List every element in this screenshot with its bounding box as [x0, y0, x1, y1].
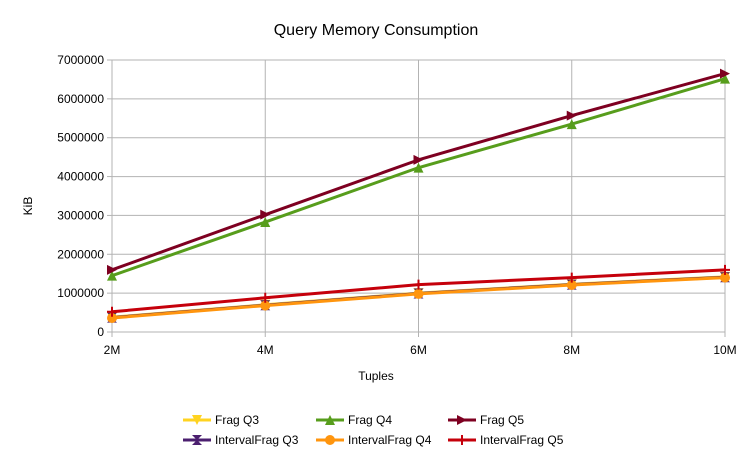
legend-item: IntervalFrag Q3: [183, 433, 299, 447]
y-tick-label: 0: [97, 325, 104, 339]
y-tick-label: 1000000: [57, 286, 104, 300]
legend-label: Frag Q3: [215, 413, 259, 427]
x-tick-label: 8M: [563, 343, 580, 357]
y-tick-label: 6000000: [57, 92, 104, 106]
chart-title: Query Memory Consumption: [274, 22, 479, 39]
x-tick-label: 6M: [410, 343, 427, 357]
x-tick-label: 4M: [257, 343, 274, 357]
y-tick-label: 7000000: [57, 53, 104, 67]
chart-background: [0, 0, 753, 451]
chart: Query Memory Consumption 0 1000000 2000000…: [0, 0, 753, 451]
legend-label: IntervalFrag Q4: [348, 433, 432, 447]
y-tick-label: 2000000: [57, 247, 104, 261]
legend-label: IntervalFrag Q5: [480, 433, 564, 447]
y-tick-label: 5000000: [57, 131, 104, 145]
x-axis-title: Tuples: [358, 369, 394, 383]
data-point: [413, 288, 424, 299]
legend-label: Frag Q4: [348, 413, 392, 427]
x-tick-label: 10M: [713, 343, 736, 357]
y-tick-label: 4000000: [57, 170, 104, 184]
x-tick-label: 2M: [104, 343, 121, 357]
y-axis-title: KiB: [21, 197, 35, 216]
legend-label: Frag Q5: [480, 413, 524, 427]
y-tick-label: 3000000: [57, 208, 104, 222]
legend-marker: [325, 435, 335, 445]
legend-label: IntervalFrag Q3: [215, 433, 299, 447]
